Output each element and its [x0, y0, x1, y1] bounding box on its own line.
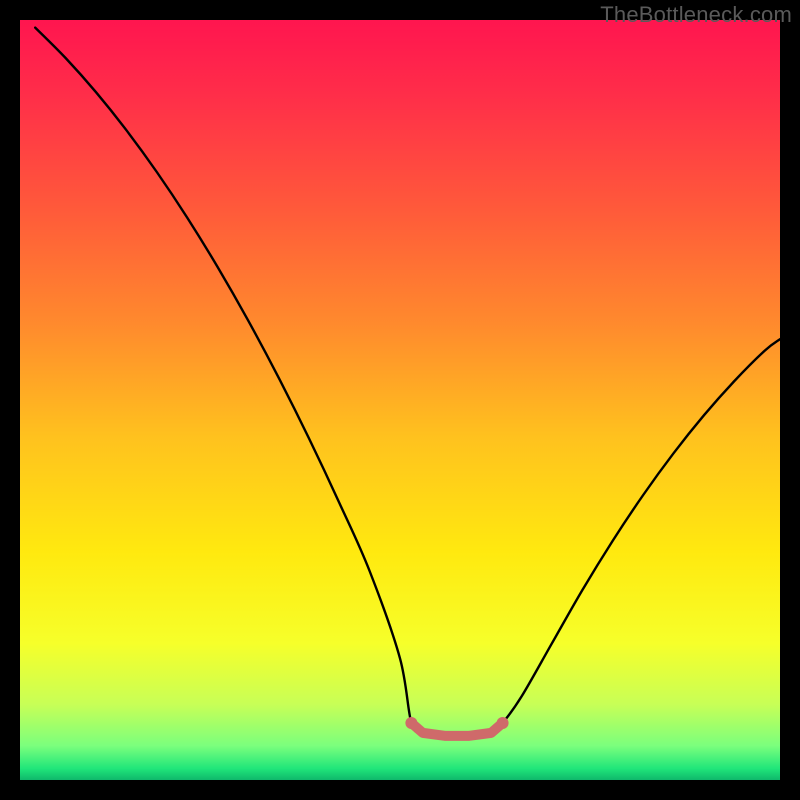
plot-area [20, 20, 780, 780]
bottleneck-curve-layer [20, 20, 780, 780]
chart-stage: TheBottleneck.com [0, 0, 800, 800]
optimal-range-marker [411, 723, 502, 736]
optimal-range-end-dot [497, 717, 509, 729]
bottleneck-curve [35, 28, 780, 737]
watermark-text: TheBottleneck.com [600, 2, 792, 28]
optimal-range-start-dot [405, 717, 417, 729]
